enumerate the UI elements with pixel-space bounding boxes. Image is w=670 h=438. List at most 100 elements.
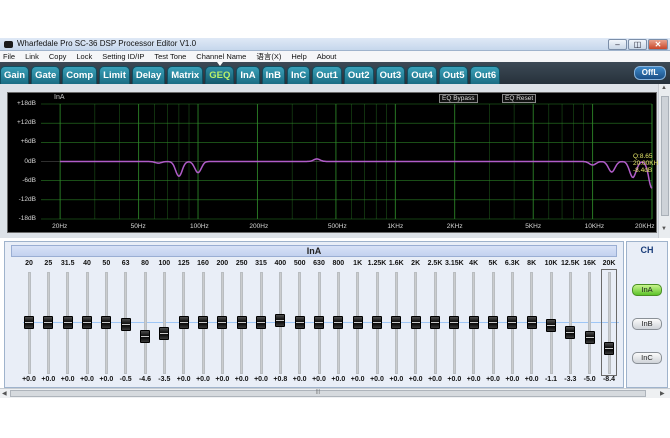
band-slider-knob[interactable] [526, 316, 537, 329]
band-slider-track[interactable] [568, 272, 572, 374]
graph-channel-label: InA [54, 94, 65, 101]
band-slider-knob[interactable] [140, 330, 150, 344]
channel-button-inb[interactable]: InB [632, 318, 662, 330]
knob-line [44, 322, 53, 323]
band-slider-knob[interactable] [584, 331, 595, 345]
band-slider-knob[interactable] [488, 316, 498, 329]
y-axis-label: -6dB [22, 176, 36, 184]
eq-bypass-button[interactable]: EQ Bypass [439, 94, 478, 103]
band-slider-knob[interactable] [82, 316, 92, 329]
band-slider-knob[interactable] [236, 316, 247, 329]
tab-out4[interactable]: Out4 [407, 66, 437, 84]
menu-item-channel-name[interactable]: Channel Name [196, 52, 246, 61]
knob-line [373, 322, 381, 323]
close-button[interactable]: ✕ [648, 39, 668, 50]
app-logo-icon [4, 41, 13, 48]
y-axis-label: -12dB [18, 195, 36, 203]
menu-item-x[interactable]: 语言(X) [256, 51, 281, 62]
band-slider-knob[interactable] [352, 316, 363, 329]
tab-out3[interactable]: Out3 [375, 66, 406, 84]
band-slider-knob[interactable] [430, 316, 440, 329]
menu-item-setting-id-ip[interactable]: Setting ID/IP [102, 52, 144, 61]
tab-label: InB [265, 70, 281, 81]
tab-label: Out2 [347, 70, 370, 81]
vertical-scrollbar[interactable]: ▲ ▼ [658, 84, 670, 238]
off-button[interactable]: OffL [634, 66, 666, 80]
band-slider-knob[interactable] [546, 319, 556, 333]
band-slider-track[interactable] [588, 272, 592, 374]
tab-label: Gate [35, 70, 57, 81]
band-slider-knob[interactable] [120, 317, 131, 331]
scroll-up-icon[interactable]: ▲ [661, 85, 667, 91]
band-slider-knob[interactable] [333, 316, 344, 329]
tab-geq[interactable]: GEQ [205, 62, 235, 84]
band-slider-knob[interactable] [294, 316, 305, 329]
tab-matrix[interactable]: Matrix [167, 66, 204, 84]
band-slider-knob[interactable] [507, 316, 518, 329]
tab-delay[interactable]: Delay [131, 66, 166, 84]
channel-button-inc[interactable]: InC [632, 352, 662, 364]
band-slider-knob[interactable] [372, 316, 382, 329]
band-slider-knob[interactable] [256, 316, 266, 329]
scroll-left-icon[interactable]: ◀ [2, 390, 7, 397]
tab-label: InA [240, 70, 256, 81]
band-slider-knob[interactable] [565, 326, 576, 340]
knob-line [141, 336, 149, 338]
knob-line [605, 347, 613, 349]
knob-line [392, 322, 401, 323]
scroll-right-icon[interactable]: ▶ [660, 390, 665, 397]
menu-item-copy[interactable]: Copy [49, 52, 67, 61]
tab-gate[interactable]: Gate [31, 66, 61, 84]
minimize-button[interactable]: – [608, 39, 627, 50]
tab-label: Limit [103, 70, 126, 81]
channel-button-ina[interactable]: InA [632, 284, 662, 296]
menu-item-help[interactable]: Help [291, 52, 306, 61]
band-slider-knob[interactable] [217, 316, 228, 329]
tab-out1[interactable]: Out1 [312, 66, 342, 84]
band-slider-knob[interactable] [410, 316, 421, 329]
tab-out2[interactable]: Out2 [343, 66, 374, 84]
tab-out6[interactable]: Out6 [470, 66, 501, 84]
band-slider-track[interactable] [162, 272, 166, 374]
scroll-down-icon[interactable]: ▼ [661, 226, 667, 232]
tab-out5[interactable]: Out5 [438, 66, 469, 84]
band-slider-knob[interactable] [178, 316, 189, 329]
tab-label: Out4 [411, 70, 433, 81]
band-slider-knob[interactable] [101, 316, 112, 329]
band-slider-knob[interactable] [275, 313, 286, 327]
menu-item-test-tone[interactable]: Test Tone [154, 52, 186, 61]
knob-line [450, 322, 459, 323]
menu-item-about[interactable]: About [317, 52, 337, 61]
tab-comp[interactable]: Comp [62, 66, 98, 84]
horizontal-scroll-thumb[interactable] [10, 390, 646, 397]
band-slider-track[interactable] [143, 272, 147, 374]
x-axis-label: 5KHz [525, 223, 542, 230]
band-slider-knob[interactable] [314, 316, 324, 329]
eq-reset-button[interactable]: EQ Reset [502, 94, 537, 103]
tab-gain[interactable]: Gain [0, 66, 30, 84]
horizontal-scrollbar[interactable]: ◀ ||| ▶ [0, 388, 670, 398]
tab-inb[interactable]: InB [261, 66, 285, 84]
band-slider-knob[interactable] [198, 316, 208, 329]
vertical-scroll-thumb[interactable] [661, 96, 669, 216]
tab-inc[interactable]: InC [286, 66, 311, 84]
restore-button[interactable]: ◫ [628, 39, 647, 50]
y-axis-label: +12dB [17, 119, 36, 127]
band-slider-knob[interactable] [449, 316, 460, 329]
tab-ina[interactable]: InA [236, 66, 260, 84]
band-slider-knob[interactable] [604, 341, 614, 355]
x-axis-label: 500Hz [327, 223, 347, 230]
band-slider-knob[interactable] [391, 316, 402, 329]
x-axis-label: 200Hz [249, 223, 269, 230]
band-slider-knob[interactable] [62, 316, 73, 329]
band-slider-track[interactable] [607, 272, 611, 374]
band-slider-knob[interactable] [159, 326, 170, 340]
tab-limit[interactable]: Limit [99, 66, 130, 84]
band-slider-knob[interactable] [43, 316, 54, 329]
band-slider-knob[interactable] [24, 316, 34, 329]
band-slider-knob[interactable] [468, 316, 479, 329]
knob-line [218, 322, 227, 323]
menu-item-link[interactable]: Link [25, 52, 39, 61]
menu-item-lock[interactable]: Lock [76, 52, 92, 61]
menu-item-file[interactable]: File [3, 52, 15, 61]
